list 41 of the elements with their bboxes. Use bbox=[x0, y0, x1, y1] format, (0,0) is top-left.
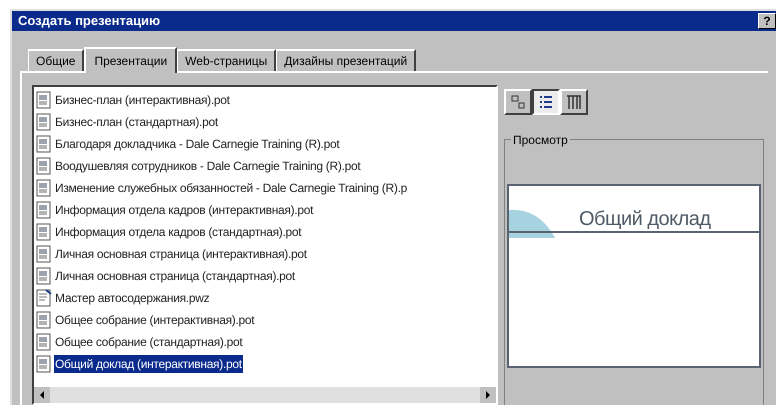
view-button[interactable] bbox=[532, 89, 560, 115]
file-item[interactable]: Общее собрание (стандартная).pot bbox=[54, 333, 244, 351]
file-item[interactable]: Воодушевляя сотрудников - Dale Carnegie Training (R).pot bbox=[54, 157, 362, 175]
large-icons-icon bbox=[510, 94, 526, 110]
file-item[interactable]: Изменение служебных обязанностей - Dale Carnegie Training (R).p bbox=[54, 179, 408, 197]
document-icon bbox=[36, 311, 52, 329]
document-icon bbox=[36, 91, 52, 109]
help-button[interactable]: ? bbox=[758, 13, 776, 29]
document-icon bbox=[36, 135, 52, 153]
document-icon bbox=[36, 355, 52, 373]
file-item[interactable]: Бизнес-план (интерактивная).pot bbox=[54, 91, 231, 109]
list-icon bbox=[538, 94, 554, 110]
scroll-left-icon[interactable] bbox=[34, 387, 50, 403]
file-item[interactable]: Информация отдела кадров (стандартная).pot bbox=[54, 223, 302, 241]
file-item[interactable]: Бизнес-план (стандартная).pot bbox=[54, 113, 219, 131]
file-item[interactable]: Благодаря докладчика - Dale Carnegie Training (R).pot bbox=[54, 135, 340, 153]
document-icon bbox=[36, 267, 52, 285]
file-item[interactable]: Мастер автосодержания.pwz bbox=[54, 289, 210, 307]
wizard-file-icon bbox=[36, 289, 52, 307]
file-item[interactable]: Личная основная страница (стандартная).pot bbox=[54, 267, 296, 285]
document-icon bbox=[36, 245, 52, 263]
tab[interactable]: Презентации bbox=[84, 47, 178, 73]
window-title: Создать презентацию bbox=[18, 12, 160, 30]
document-icon bbox=[36, 113, 52, 131]
slide-title: Общий доклад bbox=[579, 209, 711, 229]
file-item[interactable]: Общий доклад (интерактивная).pot bbox=[54, 355, 243, 373]
document-icon bbox=[36, 333, 52, 351]
file-item[interactable]: Личная основная страница (интерактивная).pot bbox=[54, 245, 308, 263]
file-item[interactable]: Информация отдела кадров (интерактивная).pot bbox=[54, 201, 314, 219]
tab[interactable]: Общие bbox=[28, 49, 84, 71]
tab[interactable]: Web-страницы bbox=[177, 49, 276, 71]
file-item[interactable]: Общее собрание (интерактивная).pot bbox=[54, 311, 256, 329]
slide-arc-drawing bbox=[509, 208, 555, 238]
document-icon bbox=[36, 179, 52, 197]
horizontal-scrollbar[interactable] bbox=[34, 387, 496, 403]
document-icon bbox=[36, 201, 52, 219]
tab[interactable]: Дизайны презентаций bbox=[276, 49, 416, 71]
document-icon bbox=[36, 157, 52, 175]
details-icon bbox=[566, 94, 582, 110]
scroll-right-icon[interactable] bbox=[480, 387, 496, 403]
document-icon bbox=[36, 223, 52, 241]
